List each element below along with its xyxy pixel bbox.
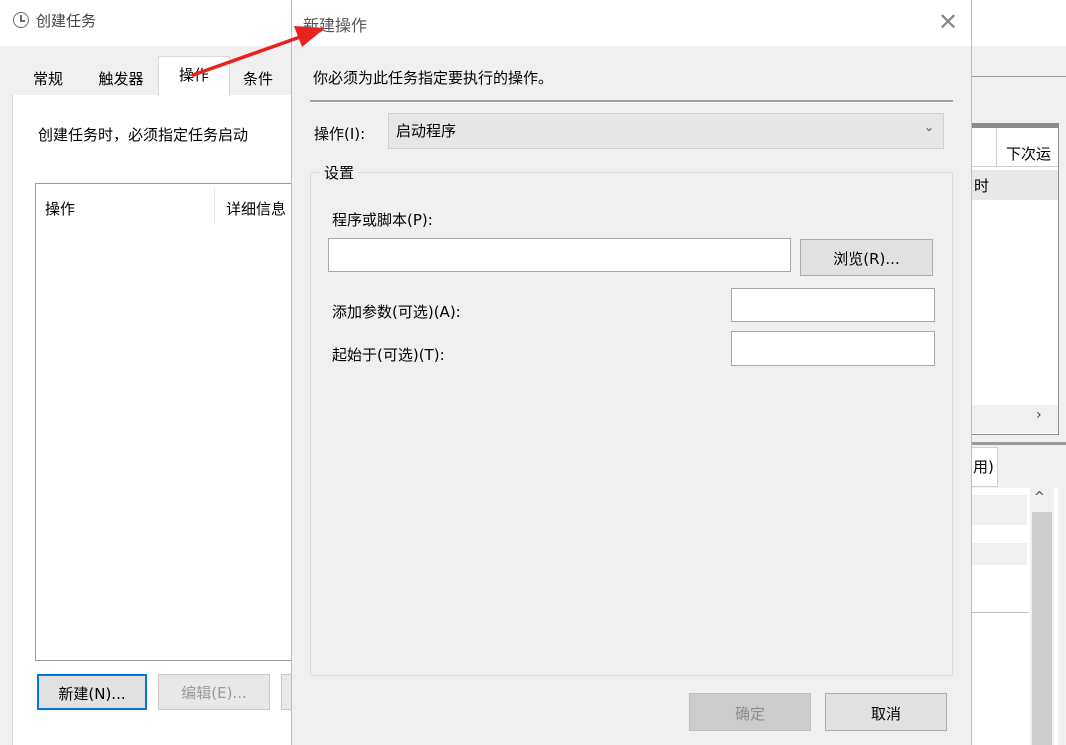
tab-fragment-label: 用) [973,458,994,476]
list-header-details[interactable]: 详细信息 [226,198,286,219]
details-row [967,543,1027,565]
start-in-input[interactable] [731,331,935,366]
column-header-next-run[interactable]: 下次运 [1006,143,1051,164]
dialog-instruction: 你必须为此任务指定要执行的操作。 [313,69,554,87]
list-header-action[interactable]: 操作 [45,198,75,219]
program-label: 程序或脚本(P): [332,211,433,229]
scroll-right-icon[interactable]: › [1036,407,1042,423]
actions-list[interactable] [35,183,315,661]
tab-actions[interactable]: 操作 [158,58,230,90]
action-type-select[interactable] [388,113,944,149]
scroll-up-icon[interactable]: ^ [1034,490,1045,505]
tab-triggers[interactable]: 触发器 [86,62,156,94]
table-cell: 时 [974,177,990,195]
tab-conditions[interactable]: 条件 [230,62,286,94]
right-window-divider [972,76,1066,77]
ok-button[interactable]: 确定 [689,693,811,731]
dialog-titlebar [292,0,971,46]
pane-splitter[interactable] [970,442,1066,445]
details-row [967,495,1027,525]
browse-button[interactable]: 浏览(R)... [800,239,933,276]
table-header-divider [966,166,1058,167]
edit-action-button[interactable]: 编辑(E)... [158,674,270,710]
arguments-label: 添加参数(可选)(A): [332,303,461,321]
start-in-label: 起始于(可选)(T): [332,346,445,364]
program-input[interactable] [328,238,791,272]
new-action-button[interactable]: 新建(N)... [37,674,147,710]
background-description: 创建任务时，必须指定任务启动 [38,126,249,144]
background-window-title: 创建任务 [36,12,97,30]
settings-group-label: 设置 [320,162,359,183]
cancel-button[interactable]: 取消 [825,693,947,731]
horizontal-scrollbar[interactable] [966,405,1058,433]
action-type-value: 启动程序 [396,122,457,140]
action-type-label: 操作(I): [314,125,366,143]
chevron-down-icon[interactable]: ⌄ [924,120,934,134]
dialog-divider-highlight [310,102,953,103]
clock-icon [13,12,29,28]
tab-general[interactable]: 常规 [20,62,76,94]
column-divider [996,128,997,166]
details-divider [967,612,1029,613]
arguments-input[interactable] [731,288,935,322]
close-icon[interactable]: ✕ [938,8,958,36]
list-header-divider [214,188,215,222]
scrollbar-thumb[interactable] [1032,512,1052,745]
dialog-title: 新建操作 [303,16,368,35]
